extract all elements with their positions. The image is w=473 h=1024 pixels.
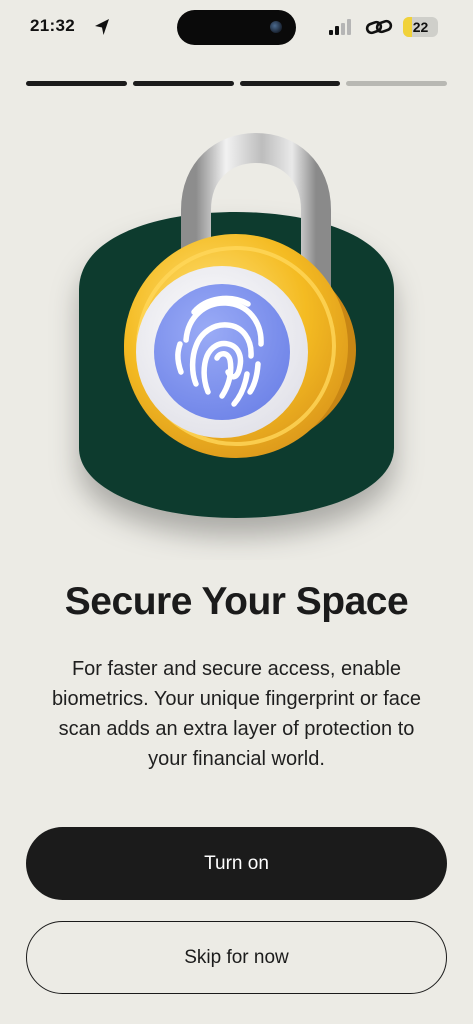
turn-on-button[interactable]: Turn on: [26, 827, 447, 900]
signal-icon: [329, 19, 351, 35]
dynamic-island: [177, 10, 296, 45]
progress-step-2: [132, 81, 234, 86]
onboarding-progress: [26, 81, 447, 86]
camera-icon: [270, 21, 282, 33]
page-title: Secure Your Space: [64, 580, 409, 623]
location-arrow-icon: [95, 19, 109, 35]
padlock-fingerprint-icon: [79, 132, 394, 518]
page-description: For faster and secure access, enable bio…: [51, 658, 422, 770]
battery-icon: 22: [403, 17, 438, 37]
progress-step-1: [26, 81, 127, 86]
status-bar: 21:32 22: [0, 0, 473, 54]
onboarding-screen: 21:32 22 Secure Your Space For faster an…: [0, 0, 473, 1024]
link-icon: [365, 19, 393, 35]
battery-level: 22: [412, 19, 429, 35]
status-time: 21:32: [30, 16, 75, 35]
progress-step-4: [346, 81, 447, 86]
skip-button[interactable]: Skip for now: [26, 921, 447, 994]
progress-step-3: [239, 81, 341, 86]
